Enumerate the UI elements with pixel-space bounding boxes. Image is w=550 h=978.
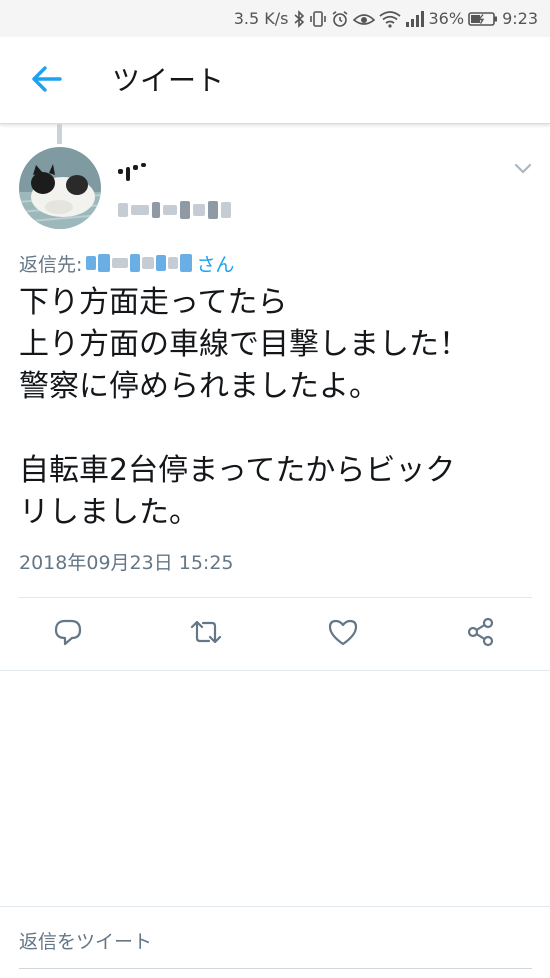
like-button[interactable]	[325, 616, 361, 652]
display-name-redacted[interactable]	[118, 158, 146, 182]
wifi-icon	[378, 10, 401, 28]
reply-to-label: 返信先:	[19, 253, 83, 276]
reply-input[interactable]: 返信をツイート	[19, 928, 152, 956]
status-bar-right: 3.5 K/s 36% 9:23	[234, 0, 538, 37]
heart-icon	[327, 617, 359, 651]
redaction-block	[133, 164, 138, 170]
alarm-icon	[331, 10, 349, 28]
redaction-block	[141, 163, 146, 167]
redaction-block	[130, 254, 141, 272]
battery-charging-icon	[468, 11, 498, 27]
redaction-block	[180, 254, 193, 272]
redaction-block	[193, 204, 205, 216]
redaction-block	[221, 202, 231, 218]
redaction-block	[180, 201, 190, 219]
retweet-icon	[189, 617, 223, 651]
chevron-down-icon	[514, 160, 532, 179]
vibrate-icon	[309, 10, 327, 28]
redaction-block	[118, 168, 123, 174]
app-header: ツイート	[0, 37, 550, 124]
signal-icon	[405, 10, 425, 27]
status-bar: 3.5 K/s 36% 9:23	[0, 0, 550, 37]
battery-percent: 36%	[428, 9, 465, 28]
eye-comfort-icon	[352, 10, 375, 28]
share-button[interactable]	[463, 616, 499, 652]
thread-connector	[57, 124, 62, 144]
redaction-block	[152, 202, 160, 218]
network-speed: 3.5 K/s	[233, 9, 289, 28]
redaction-block	[98, 254, 111, 272]
bluetooth-icon	[293, 9, 305, 28]
reply-icon	[53, 617, 83, 651]
tweet-timestamp: 2018年09月23日 15:25	[19, 552, 234, 574]
arrow-left-icon	[30, 65, 62, 97]
divider	[0, 906, 550, 907]
redaction-block	[118, 203, 128, 217]
redaction-block	[142, 257, 155, 269]
redaction-block	[168, 257, 179, 269]
clock: 9:23	[502, 9, 538, 28]
redaction-block	[156, 255, 167, 271]
redaction-block	[112, 258, 129, 268]
redaction-block	[208, 201, 218, 219]
redaction-block	[86, 256, 97, 270]
retweet-button[interactable]	[188, 616, 224, 652]
reply-to-line: 返信先: さん	[19, 250, 234, 276]
reply-input-underline	[19, 968, 532, 969]
redaction-block	[163, 205, 177, 215]
redaction-block	[126, 167, 130, 181]
avatar[interactable]	[19, 147, 101, 229]
reply-to-mention-redacted[interactable]: さん	[86, 250, 234, 277]
reply-button[interactable]	[50, 616, 86, 652]
tweet-actions-bar	[0, 598, 550, 670]
tweet-options-button[interactable]	[512, 158, 534, 180]
tweet-text: 下り方面走ってたら 上り方面の車線で目撃しました！ 警察に停められましたよ。 自…	[19, 285, 469, 530]
redaction-block	[131, 205, 149, 215]
page-title: ツイート	[112, 64, 225, 97]
share-icon	[466, 617, 496, 651]
reply-to-suffix: さん	[196, 253, 235, 276]
user-handle-redacted[interactable]	[118, 198, 231, 222]
back-button[interactable]	[22, 61, 70, 101]
divider	[0, 670, 550, 671]
